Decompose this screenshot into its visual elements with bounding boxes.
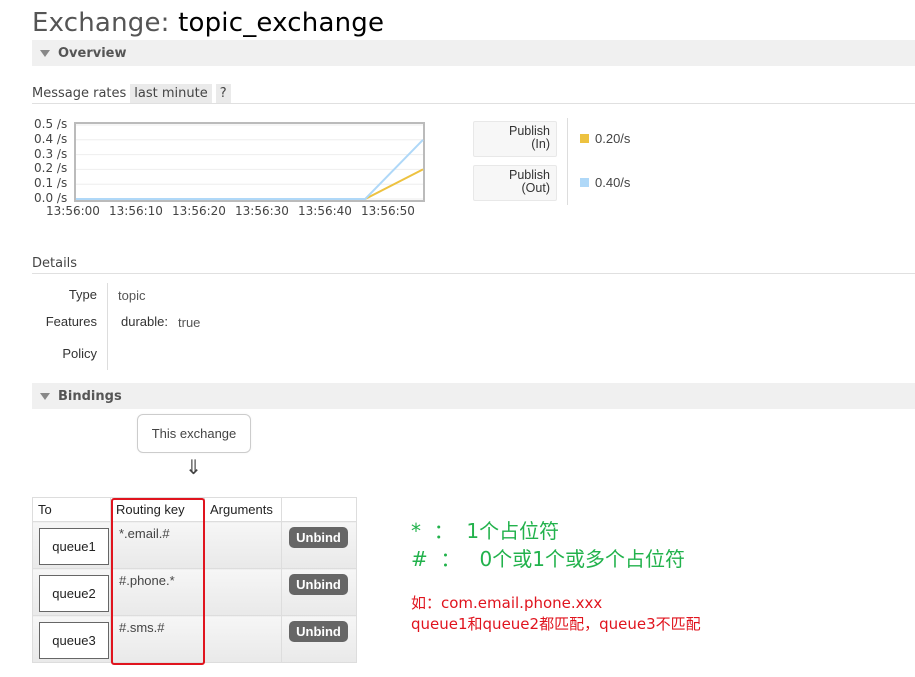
details-title: Details	[32, 256, 915, 274]
details-divider	[107, 283, 108, 370]
queue-link[interactable]: queue2	[39, 575, 109, 612]
table-row: queue3 #.sms.# Unbind	[32, 615, 357, 663]
publish-in-rate: 0.20/s	[595, 131, 631, 146]
bindings-table: To Routing key Arguments queue1 *.email.…	[32, 497, 357, 663]
col-actions	[281, 497, 357, 522]
routing-key: #.phone.*	[119, 573, 175, 588]
x-tick-label: 13:56:00	[46, 204, 100, 218]
routing-key: *.email.#	[119, 526, 170, 541]
annotation-result: queue1和queue2都匹配，queue3不匹配	[411, 615, 701, 633]
arguments-cell	[204, 568, 282, 616]
col-routing-key: Routing key	[110, 497, 205, 522]
this-exchange-box: This exchange	[137, 414, 251, 453]
col-arguments: Arguments	[204, 497, 282, 522]
unbind-button[interactable]: Unbind	[289, 621, 348, 642]
x-tick-label: 13:56:30	[235, 204, 289, 218]
annotation-star: * ： 1个占位符	[411, 519, 560, 543]
x-tick-label: 13:56:20	[172, 204, 226, 218]
routing-key: #.sms.#	[119, 620, 165, 635]
features-durable-value: true	[178, 315, 201, 330]
unbind-button[interactable]: Unbind	[289, 527, 348, 548]
legend-publish-in-button[interactable]: Publish (In)	[473, 121, 557, 157]
table-header-row: To Routing key Arguments	[32, 497, 357, 522]
annotation-hash: # ： 0个或1个或多个占位符	[411, 547, 685, 571]
arguments-cell	[204, 521, 282, 569]
type-key: Type	[68, 287, 97, 302]
x-tick-label: 13:56:40	[298, 204, 352, 218]
chart-frame	[74, 122, 425, 202]
x-tick-label: 13:56:50	[361, 204, 415, 218]
type-value: topic	[118, 288, 146, 303]
legend-out-line2: (Out)	[521, 181, 550, 195]
bindings-header: Bindings	[58, 388, 122, 404]
table-row: queue2 #.phone.* Unbind	[32, 568, 357, 616]
legend-in-value: 0.20/s	[580, 131, 630, 146]
legend-out-value: 0.40/s	[580, 175, 630, 190]
annotation-example: 如：com.email.phone.xxx	[411, 594, 603, 612]
queue-link[interactable]: queue3	[39, 622, 109, 659]
legend-out-swatch	[580, 178, 589, 187]
publish-out-rate: 0.40/s	[595, 175, 631, 190]
legend-divider	[567, 118, 568, 205]
features-durable-label: durable:	[121, 314, 168, 329]
down-arrow-icon: ⇓	[185, 457, 202, 479]
policy-key: Policy	[62, 346, 97, 361]
legend-in-swatch	[580, 134, 589, 143]
x-tick-label: 13:56:10	[109, 204, 163, 218]
collapse-triangle-icon	[40, 392, 50, 400]
table-row: queue1 *.email.# Unbind	[32, 521, 357, 569]
legend-publish-out-button[interactable]: Publish (Out)	[473, 165, 557, 201]
queue-link[interactable]: queue1	[39, 528, 109, 565]
legend-in-line2: (In)	[531, 137, 550, 151]
unbind-button[interactable]: Unbind	[289, 574, 348, 595]
arguments-cell	[204, 615, 282, 663]
col-to: To	[32, 497, 111, 522]
bindings-section-toggle[interactable]: Bindings	[32, 383, 915, 409]
features-key: Features	[45, 314, 97, 329]
